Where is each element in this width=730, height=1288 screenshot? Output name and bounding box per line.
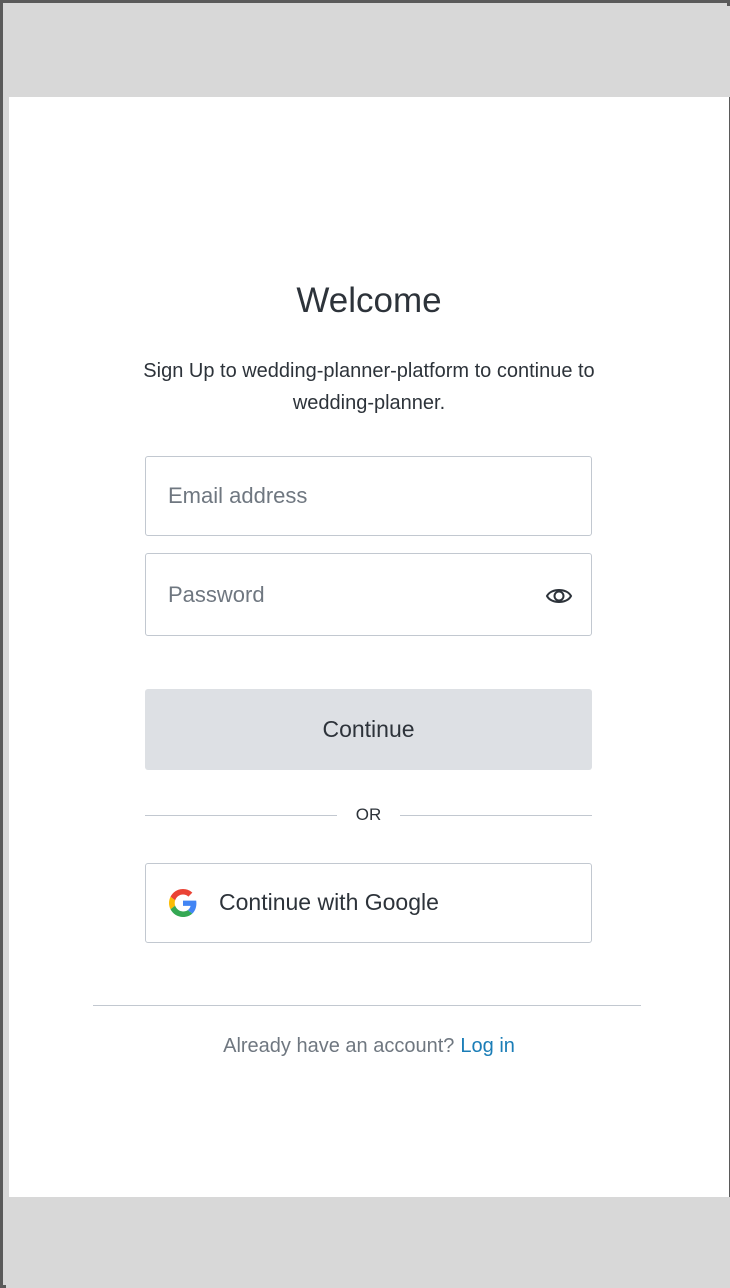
page-title: Welcome <box>296 281 442 320</box>
password-input[interactable] <box>146 554 591 635</box>
top-backdrop <box>6 6 730 97</box>
footer-separator <box>93 1005 641 1006</box>
continue-button[interactable]: Continue <box>145 689 592 770</box>
password-field[interactable] <box>145 553 592 636</box>
device-frame: Welcome Sign Up to wedding-planner-platf… <box>0 0 730 1288</box>
google-logo-icon <box>169 889 197 917</box>
email-input[interactable] <box>146 457 591 535</box>
bottom-backdrop <box>6 1197 730 1288</box>
signup-card: Welcome Sign Up to wedding-planner-platf… <box>9 97 729 1197</box>
eye-icon[interactable] <box>545 583 573 609</box>
page-subtitle: Sign Up to wedding-planner-platform to c… <box>143 360 595 414</box>
divider-line-right <box>400 815 592 816</box>
or-divider: OR <box>145 805 592 827</box>
email-field[interactable] <box>145 456 592 536</box>
continue-with-google-button[interactable]: Continue with Google <box>145 863 592 943</box>
login-prompt: Already have an account? Log in <box>9 1035 729 1058</box>
login-prompt-text: Already have an account? <box>223 1035 455 1057</box>
google-button-label: Continue with Google <box>219 889 439 915</box>
login-link[interactable]: Log in <box>460 1035 515 1057</box>
